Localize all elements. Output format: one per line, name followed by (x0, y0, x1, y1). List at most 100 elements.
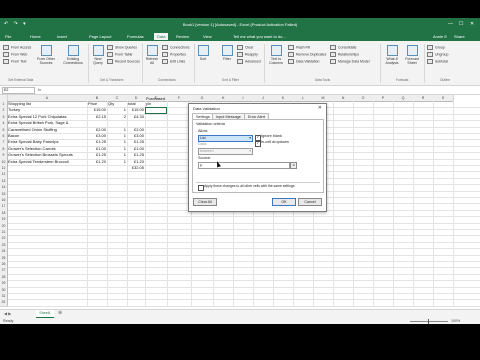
connections-button[interactable]: Connections (162, 45, 189, 50)
filter-button[interactable]: Filter (220, 45, 234, 61)
cancel-button[interactable]: Cancel (298, 198, 322, 206)
column-header[interactable]: H (213, 95, 234, 102)
web-icon (3, 52, 9, 57)
what-if-analysis-button[interactable]: What-If Analysis (383, 45, 401, 65)
subtotal-button[interactable]: Subtotal (427, 59, 448, 64)
tab-review[interactable]: Review (176, 34, 189, 39)
apply-all-checkbox[interactable] (198, 185, 204, 191)
cell-grand-total[interactable]: £32.05 (128, 165, 144, 171)
dialog-close-icon[interactable]: ✕ (318, 105, 322, 111)
header-cell-purchased[interactable]: Purchased y/n (146, 97, 166, 106)
from-access-button[interactable]: From Access (3, 45, 31, 50)
zoom-level[interactable]: 100% (451, 319, 460, 323)
close-icon[interactable]: ✕ (470, 21, 474, 27)
gridline (7, 216, 480, 217)
cell-price[interactable]: £2.15 (88, 114, 106, 120)
allow-select[interactable]: List ▾ (198, 135, 253, 142)
clear-filter-button[interactable]: Clear (237, 45, 253, 50)
share-button[interactable]: Share (454, 34, 465, 39)
show-queries-button[interactable]: Show Queries (107, 45, 137, 50)
gridline (7, 235, 480, 236)
column-header[interactable]: Q (393, 95, 414, 102)
range-select-icon[interactable]: ⇲ (290, 162, 297, 169)
sheet-nav-arrows-icon[interactable]: ◀ ▶ (4, 311, 11, 316)
tell-me-search[interactable]: Tell me what you want to do... (233, 34, 286, 39)
text-to-columns-button[interactable]: Text to Columns (267, 45, 285, 65)
manage-data-model-button[interactable]: Manage Data Model (330, 59, 370, 64)
column-header[interactable]: L (293, 95, 314, 102)
tab-home[interactable]: Home (30, 34, 41, 39)
ignore-blank-checkbox[interactable]: ✓ (255, 135, 261, 141)
refresh-all-button[interactable]: Refresh All (144, 45, 160, 65)
gridline (433, 101, 434, 306)
sort-icon (197, 45, 209, 56)
column-header[interactable]: I (233, 95, 254, 102)
data-validation-dialog: Data Validation ✕ Settings Input Message… (188, 103, 327, 212)
properties-button[interactable]: Properties (162, 52, 186, 57)
ok-button[interactable]: OK (272, 198, 296, 206)
column-header[interactable]: G (191, 95, 214, 102)
tab-data[interactable]: Data (154, 33, 169, 40)
group-button[interactable]: Group (427, 45, 445, 50)
cell-item[interactable]: Extra Special Tenderstem Broccoli (8, 159, 69, 165)
tab-page-layout[interactable]: Page Layout (89, 34, 111, 39)
tab-file[interactable]: File (5, 34, 11, 39)
remove-duplicates-icon (288, 52, 294, 57)
user-name[interactable]: Annie E (433, 34, 447, 39)
divider (196, 182, 320, 183)
minimize-icon[interactable]: — (448, 21, 453, 27)
edit-links-button[interactable]: Edit Links (162, 59, 185, 64)
from-web-button[interactable]: From Web (3, 52, 27, 57)
recent-sources-button[interactable]: Recent Sources (107, 59, 140, 64)
tab-view[interactable]: View (203, 34, 212, 39)
allow-label: Allow: (198, 129, 209, 133)
ungroup-button[interactable]: Ungroup (427, 52, 448, 57)
zoom-slider[interactable] (410, 319, 448, 324)
maximize-icon[interactable]: ☐ (459, 21, 463, 27)
consolidate-button[interactable]: Consolidate (330, 45, 356, 50)
name-box[interactable]: E2 (2, 87, 35, 94)
from-text-button[interactable]: From Text (3, 59, 27, 64)
tab-insert[interactable]: Insert (57, 34, 67, 39)
from-other-sources-button[interactable]: From Other Sources (34, 45, 58, 65)
flash-fill-button[interactable]: Flash Fill (288, 45, 310, 50)
cell-total[interactable]: £4.30 (128, 114, 144, 120)
recent-icon (107, 59, 113, 64)
gridline (7, 267, 480, 268)
relationships-button[interactable]: Relationships (330, 52, 359, 57)
column-header[interactable]: K (273, 95, 294, 102)
reapply-button[interactable]: Reapply (237, 52, 258, 57)
source-input[interactable]: y, (198, 162, 290, 169)
column-header[interactable]: N (333, 95, 354, 102)
advanced-button[interactable]: Advanced (237, 59, 261, 64)
sort-button[interactable]: Sort (197, 45, 209, 61)
group-separator (264, 44, 265, 83)
column-header[interactable]: J (253, 95, 274, 102)
gridline (7, 299, 480, 300)
tab-formulas[interactable]: Formulas (127, 34, 144, 39)
clear-all-button[interactable]: Clear All (193, 198, 217, 206)
column-header[interactable]: M (313, 95, 334, 102)
data-validation-button[interactable]: Data Validation (288, 59, 319, 64)
incell-dropdown-checkbox[interactable]: ✓ (255, 141, 261, 147)
forecast-sheet-button[interactable]: Forecast Sheet (403, 45, 421, 65)
forecast-icon (406, 45, 418, 56)
queries-icon (107, 45, 113, 50)
sheet-tab[interactable]: Sheet1 (36, 310, 54, 318)
column-header[interactable]: R (413, 95, 434, 102)
connections-icon (162, 45, 168, 50)
cell-qty[interactable]: 2 (108, 114, 126, 120)
cell-price[interactable]: £1.20 (88, 159, 106, 165)
column-header[interactable]: O (353, 95, 374, 102)
new-query-button[interactable]: New Query (91, 45, 105, 65)
fx-icon[interactable]: fx (38, 87, 41, 92)
remove-duplicates-button[interactable]: Remove Duplicates (288, 52, 326, 57)
column-header[interactable]: S (433, 95, 454, 102)
column-header[interactable]: P (373, 95, 394, 102)
from-table-button[interactable]: From Table (107, 52, 132, 57)
group-separator (88, 44, 89, 83)
cell-qty[interactable]: 1 (108, 159, 126, 165)
add-sheet-icon[interactable]: ⊕ (58, 310, 62, 316)
column-header[interactable]: F (167, 95, 192, 102)
existing-connections-button[interactable]: Existing Connections (60, 45, 86, 65)
